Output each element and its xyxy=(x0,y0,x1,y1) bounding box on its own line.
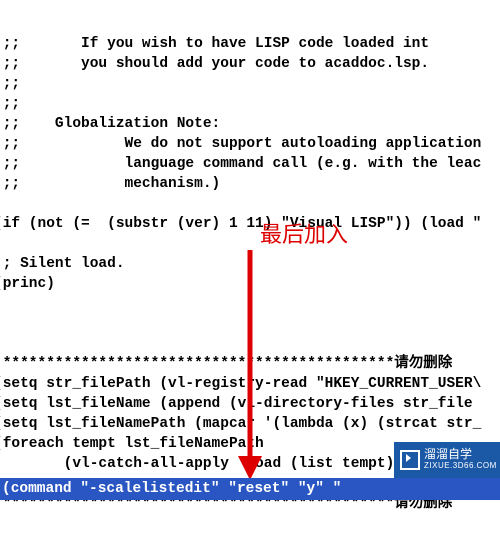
watermark-domain: ZIXUE.3D66.COM xyxy=(424,460,497,472)
watermark-badge: 溜溜自学 ZIXUE.3D66.COM xyxy=(394,442,500,478)
highlighted-command-line[interactable]: (command "-scalelistedit" "reset" "y" " xyxy=(0,478,500,500)
watermark-brand: 溜溜自学 xyxy=(424,448,497,460)
play-icon xyxy=(400,450,420,470)
annotation-label: 最后加入 xyxy=(260,225,348,245)
